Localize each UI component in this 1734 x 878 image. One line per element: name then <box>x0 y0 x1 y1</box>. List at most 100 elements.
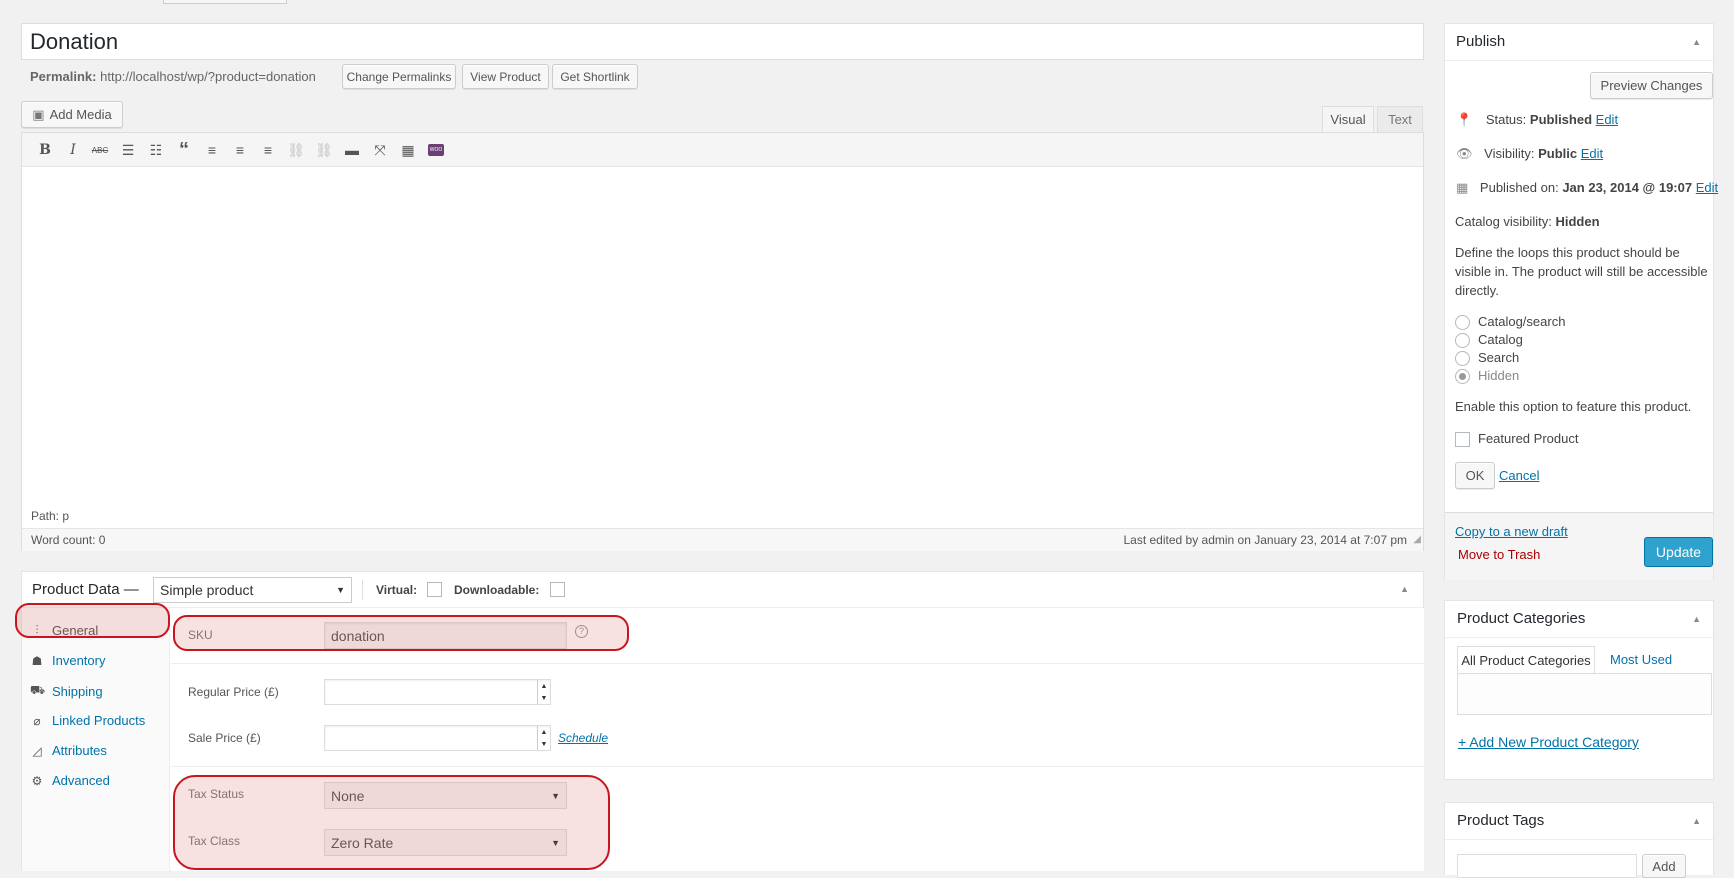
truck-icon: ⛟ <box>30 683 46 697</box>
align-left-icon[interactable]: ≡ <box>201 139 223 161</box>
editor-toolbar: B I ABC ☰ ☷ “ ≡ ≡ ≡ ⛓ ⛓ ▬ ⤧ ▦ WOO <box>22 133 1423 167</box>
italic-icon[interactable]: I <box>62 139 84 161</box>
stepper-up-icon: ▲ <box>540 682 548 690</box>
tags-title: Product Tags <box>1457 812 1545 829</box>
radio-catalog[interactable] <box>1455 333 1470 348</box>
unlink-icon[interactable]: ⛓ <box>313 139 335 161</box>
tab-advanced[interactable]: ⚙ Advanced <box>30 773 110 788</box>
featured-product-checkbox[interactable] <box>1455 432 1470 447</box>
schedule-link[interactable]: Schedule <box>558 731 608 745</box>
numbered-list-icon[interactable]: ☷ <box>145 139 167 161</box>
bullet-list-icon[interactable]: ☰ <box>117 139 139 161</box>
strikethrough-icon[interactable]: ABC <box>89 139 111 161</box>
tab-shipping-label: Shipping <box>52 683 103 699</box>
sale-price-stepper[interactable]: ▲ ▼ <box>537 726 550 750</box>
media-icon: ▣ <box>32 106 45 122</box>
sale-price-input[interactable] <box>324 725 551 751</box>
preview-changes-button[interactable]: Preview Changes <box>1590 72 1713 99</box>
ok-button[interactable]: OK <box>1455 462 1495 489</box>
tab-linked-products[interactable]: ⌀ Linked Products <box>30 713 145 728</box>
woo-shortcode-icon[interactable]: WOO <box>425 139 447 161</box>
read-more-icon[interactable]: ▬ <box>341 139 363 161</box>
publish-box: Publish ▲ Preview Changes 📍 Status: Publ… <box>1444 23 1718 580</box>
attributes-icon: ◿ <box>32 743 42 758</box>
categories-list[interactable] <box>1457 673 1712 715</box>
visibility-edit-link[interactable]: Edit <box>1581 146 1603 161</box>
regular-price-input[interactable] <box>324 679 551 705</box>
word-count: Word count: 0 <box>31 533 106 547</box>
product-type-select[interactable]: Simple product ▼ <box>153 577 352 603</box>
cancel-link[interactable]: Cancel <box>1499 468 1539 483</box>
align-right-icon[interactable]: ≡ <box>257 139 279 161</box>
kitchen-sink-icon[interactable]: ▦ <box>397 139 419 161</box>
inventory-icon: ☗ <box>31 653 43 668</box>
resize-handle-icon[interactable]: ◢ <box>1413 534 1421 545</box>
update-button[interactable]: Update <box>1644 537 1713 567</box>
radio-hidden[interactable] <box>1455 369 1470 384</box>
fullscreen-icon[interactable]: ⤧ <box>369 139 391 161</box>
radio-catalog-search[interactable] <box>1455 315 1470 330</box>
add-media-button[interactable]: ▣ Add Media <box>21 101 123 128</box>
product-data-header: Product Data — Simple product ▼ Virtual:… <box>22 572 1423 608</box>
feature-note: Enable this option to feature this produ… <box>1455 399 1692 414</box>
publish-footer: Copy to a new draft Move to Trash Update <box>1445 512 1713 580</box>
radio-catalog-search-label: Catalog/search <box>1478 314 1566 329</box>
bold-icon[interactable]: B <box>34 139 56 161</box>
published-label: Published on: <box>1479 180 1559 195</box>
tab-visual-label: Visual <box>1330 112 1366 127</box>
post-title-input[interactable]: Donation <box>21 23 1424 60</box>
header-divider <box>362 580 363 600</box>
product-data-title: Product Data — <box>32 581 139 598</box>
tab-shipping[interactable]: ⛟ Shipping <box>30 683 103 699</box>
highlight-general-tab <box>15 603 170 638</box>
blockquote-icon[interactable]: “ <box>173 139 195 161</box>
sale-price-label: Sale Price (£) <box>188 731 261 745</box>
collapse-arrow-icon[interactable]: ▲ <box>1400 584 1409 594</box>
section-divider <box>171 663 1424 664</box>
collapse-arrow-icon[interactable]: ▲ <box>1692 816 1701 826</box>
link-icon[interactable]: ⛓ <box>285 139 307 161</box>
product-categories-box: Product Categories ▲ All Product Categor… <box>1444 600 1714 780</box>
add-tag-button[interactable]: Add <box>1642 854 1686 878</box>
radio-hidden-label: Hidden <box>1478 368 1520 383</box>
radio-search[interactable] <box>1455 351 1470 366</box>
tab-inventory[interactable]: ☗ Inventory <box>30 653 106 668</box>
published-row: ▦ Published on: Jan 23, 2014 @ 19:07 Edi… <box>1456 180 1718 196</box>
tags-header: Product Tags ▲ <box>1445 803 1713 840</box>
move-to-trash-link[interactable]: Move to Trash <box>1458 547 1540 562</box>
view-product-button[interactable]: View Product <box>462 64 549 89</box>
permalink-url[interactable]: http://localhost/wp/?product=donation <box>100 69 316 84</box>
stepper-up-icon: ▲ <box>540 728 548 736</box>
published-value: Jan 23, 2014 @ 19:07 <box>1562 180 1693 195</box>
add-media-label: Add Media <box>49 107 112 122</box>
regular-price-stepper[interactable]: ▲ ▼ <box>537 680 550 704</box>
tag-input[interactable] <box>1457 854 1637 878</box>
tab-all-categories[interactable]: All Product Categories <box>1457 646 1595 673</box>
editor-body[interactable] <box>22 168 1423 508</box>
change-permalinks-button[interactable]: Change Permalinks <box>342 64 456 89</box>
tab-text-label: Text <box>1388 112 1412 127</box>
eye-icon: 👁 <box>1456 146 1473 161</box>
product-tags-box: Product Tags ▲ Add <box>1444 802 1714 878</box>
catalog-visibility-label: Catalog visibility: <box>1455 214 1552 229</box>
tab-most-used[interactable]: Most Used <box>1610 652 1672 667</box>
tab-visual[interactable]: Visual <box>1322 106 1374 132</box>
chevron-down-icon: ▼ <box>336 585 345 595</box>
editor-status-bar: Word count: 0 Last edited by admin on Ja… <box>22 528 1423 551</box>
get-shortlink-button[interactable]: Get Shortlink <box>552 64 638 89</box>
tab-attributes[interactable]: ◿ Attributes <box>30 743 107 758</box>
collapse-arrow-icon[interactable]: ▲ <box>1692 37 1701 47</box>
tab-text[interactable]: Text <box>1377 106 1423 132</box>
post-title-value: Donation <box>30 28 119 54</box>
downloadable-checkbox[interactable] <box>550 582 565 597</box>
published-edit-link[interactable]: Edit <box>1696 180 1718 195</box>
status-edit-link[interactable]: Edit <box>1596 112 1618 127</box>
align-center-icon[interactable]: ≡ <box>229 139 251 161</box>
catalog-description: Define the loops this product should be … <box>1455 245 1708 298</box>
link-icon: ⌀ <box>33 713 41 728</box>
product-type-value: Simple product <box>160 582 254 598</box>
add-new-category-link[interactable]: + Add New Product Category <box>1458 734 1639 750</box>
collapse-arrow-icon[interactable]: ▲ <box>1692 614 1701 624</box>
copy-draft-link[interactable]: Copy to a new draft <box>1455 524 1568 539</box>
virtual-checkbox[interactable] <box>427 582 442 597</box>
